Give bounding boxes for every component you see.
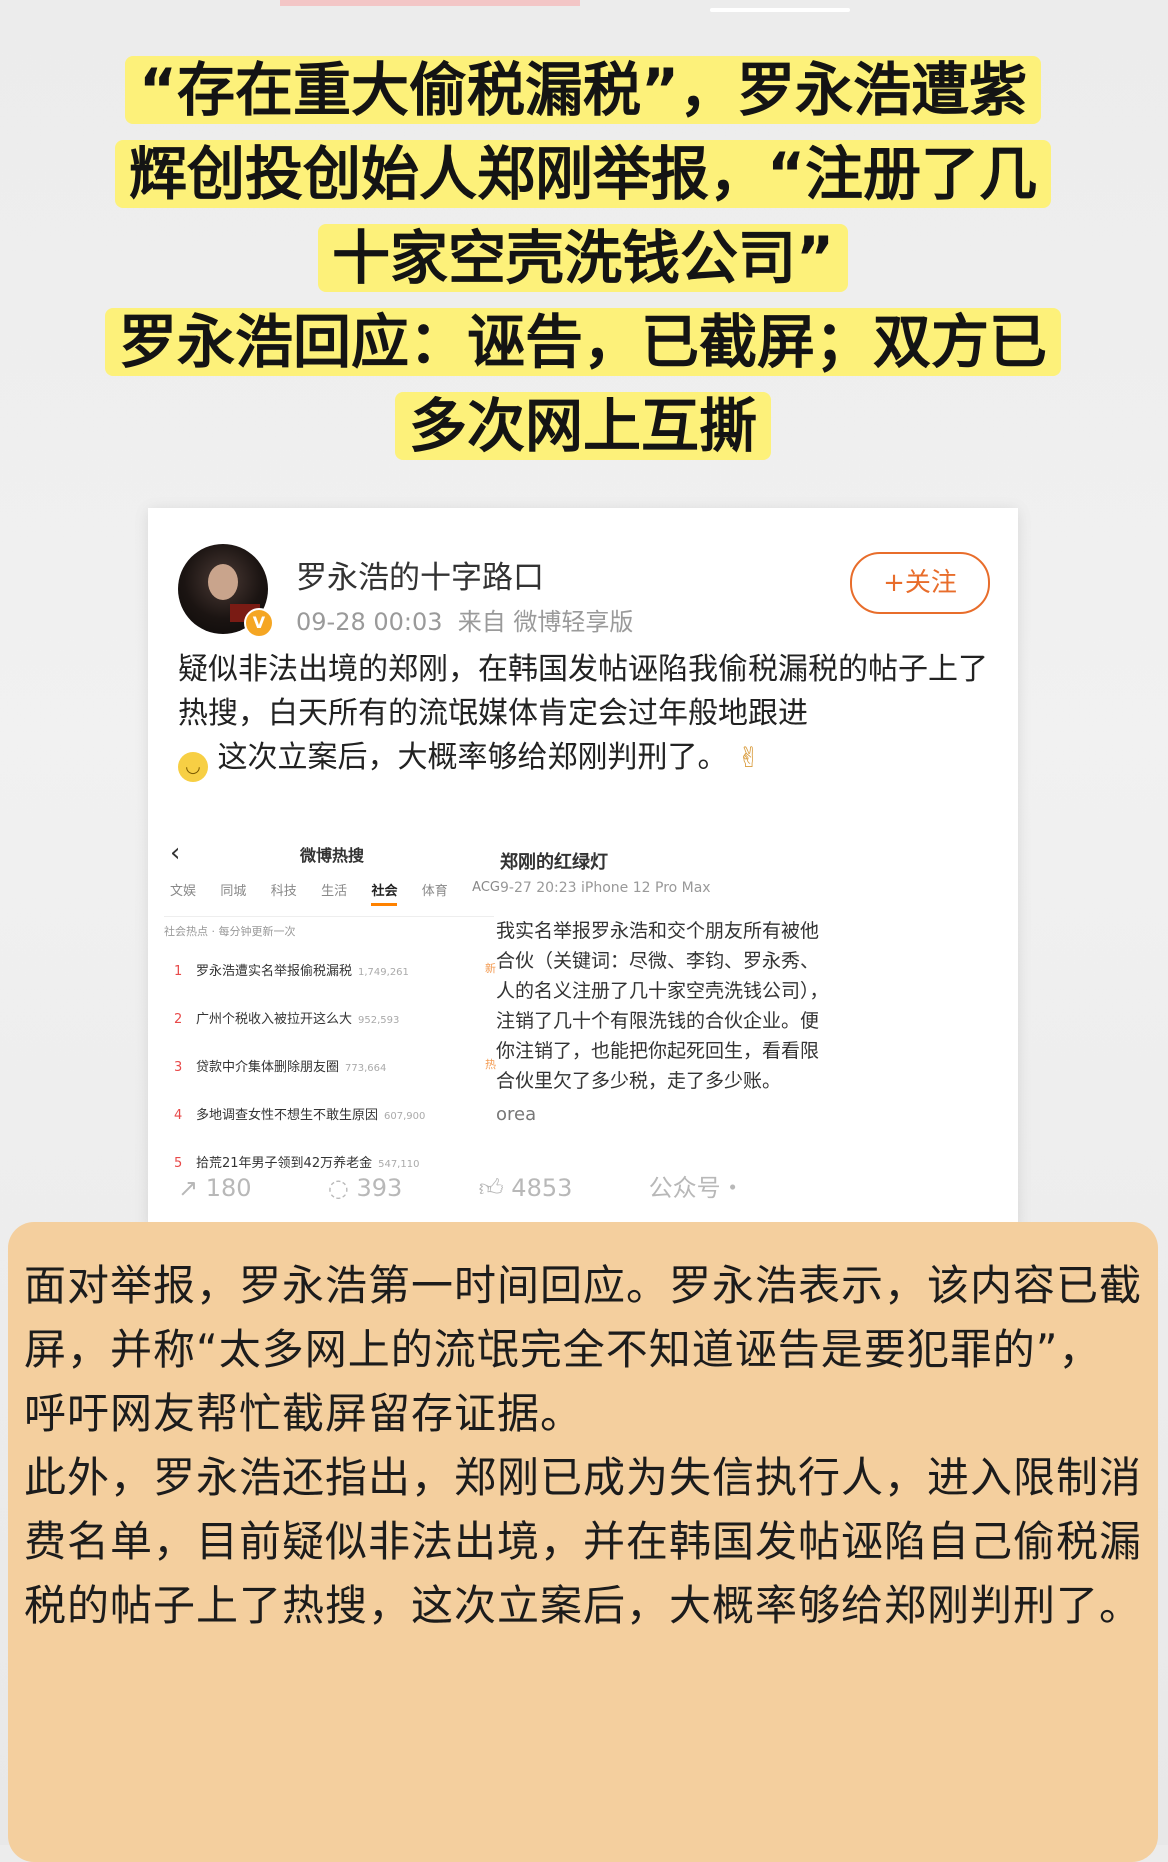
repost-meta: 9-27 20:23 iPhone 12 Pro Max xyxy=(500,880,711,896)
hot-badge: 新 xyxy=(485,962,496,975)
hot-badge: 热 xyxy=(485,1058,496,1071)
tab-keji: 科技 xyxy=(270,884,297,899)
hot-text: 贷款中介集体删除朋友圈 xyxy=(196,1060,340,1075)
hot-text: 广州个税收入被拉开这么大 xyxy=(196,1012,353,1027)
hot-count: 1,749,261 xyxy=(358,967,409,978)
weibo-post-card: V 罗永浩的十字路口 09-28 00:03 来自 微博轻享版 +关注 疑似非法… xyxy=(148,508,1018,1228)
hot-search-title: 微博热搜 xyxy=(300,846,365,865)
hot-text: 罗永浩遭实名举报偷税漏税 xyxy=(196,964,353,979)
headline: “存在重大偷税漏税”，罗永浩遭紫 辉创投创始人郑刚举报，“注册了几 十家空壳洗钱… xyxy=(36,48,1130,468)
hot-rank: 1 xyxy=(174,964,183,979)
watermark: 公众号・ xyxy=(648,1174,745,1202)
hot-count: 773,664 xyxy=(345,1063,387,1074)
tab-shenghuo: 生活 xyxy=(321,884,348,899)
headline-line-3: 十家空壳洗钱公司” xyxy=(317,224,849,292)
tab-tongcheng: 同城 xyxy=(220,884,247,899)
hot-search-subtitle: 社会热点 · 每分钟更新一次 xyxy=(164,916,494,939)
post-actions: ↗ 180 ◌ 393 👍︎ 4853 公众号・ xyxy=(178,1168,878,1203)
repost-author: 郑刚的红绿灯 xyxy=(500,852,608,873)
post-time: 09-28 00:03 xyxy=(296,608,443,636)
repost-text: 我实名举报罗永浩和交个朋友所有被他合伙（关键词：尽微、李钧、罗永秀、人的名义注册… xyxy=(496,920,829,1092)
avatar-face xyxy=(208,564,238,600)
headline-line-2: 辉创投创始人郑刚举报，“注册了几 xyxy=(114,140,1052,208)
hot-search-row: 4 多地调查女性不想生不敢生原因 607,900 xyxy=(174,1104,504,1123)
headline-line-1: “存在重大偷税漏税”，罗永浩遭紫 xyxy=(124,56,1042,124)
victory-hand-icon: ✌ xyxy=(737,741,761,774)
post-meta: 09-28 00:03 来自 微博轻享版 xyxy=(296,602,633,637)
comment-icon[interactable]: ◌ xyxy=(328,1174,349,1202)
hot-search-tabs: 文娱 同城 科技 生活 社会 体育 ACG xyxy=(170,880,500,906)
hot-rank: 2 xyxy=(174,1012,183,1027)
tab-wenyu: 文娱 xyxy=(170,884,197,899)
hot-search-row: 2 广州个税收入被拉开这么大 952,593 xyxy=(174,1008,504,1027)
top-decoration xyxy=(280,0,580,6)
status-bar-indicator xyxy=(710,8,850,12)
hot-search-row: 3 贷款中介集体删除朋友圈 773,664 热 xyxy=(174,1056,504,1075)
slight-smile-icon: ◡ xyxy=(178,752,208,782)
comment-count: 393 xyxy=(356,1174,403,1202)
commentary-paragraph-1: 面对举报，罗永浩第一时间回应。罗永浩表示，该内容已截屏，并称“太多网上的流氓完全… xyxy=(24,1261,1143,1438)
back-icon: ‹ xyxy=(170,838,181,868)
repost-count: 180 xyxy=(205,1174,252,1202)
headline-line-5: 多次网上互撕 xyxy=(394,392,771,460)
like-icon[interactable]: 👍︎ xyxy=(479,1174,504,1202)
headline-line-4: 罗永浩回应：诬告，已截屏；双方已 xyxy=(104,308,1061,376)
tab-acg: ACG xyxy=(472,880,500,895)
post-text-2: 这次立案后，大概率够给郑刚判刑了。 xyxy=(217,740,728,775)
like-count: 4853 xyxy=(511,1174,573,1202)
hot-count: 952,593 xyxy=(358,1015,400,1026)
follow-button[interactable]: +关注 xyxy=(850,552,990,614)
hot-text: 多地调查女性不想生不敢生原因 xyxy=(196,1108,379,1123)
tab-tiyu: 体育 xyxy=(421,884,448,899)
hot-rank: 3 xyxy=(174,1060,183,1075)
commentary-box: 面对举报，罗永浩第一时间回应。罗永浩表示，该内容已截屏，并称“太多网上的流氓完全… xyxy=(8,1222,1158,1862)
hot-count: 607,900 xyxy=(384,1111,426,1122)
tab-shehui: 社会 xyxy=(371,880,398,906)
repost-footer: orea xyxy=(496,1104,537,1125)
verified-icon: V xyxy=(244,608,274,638)
author-name[interactable]: 罗永浩的十字路口 xyxy=(296,552,544,597)
post-text-1: 疑似非法出境的郑刚，在韩国发帖诬陷我偷税漏税的帖子上了热搜，白天所有的流氓媒体肯… xyxy=(178,652,988,731)
post-source: 来自 微博轻享版 xyxy=(457,608,634,636)
hot-rank: 4 xyxy=(174,1108,183,1123)
repost-icon[interactable]: ↗ xyxy=(178,1174,198,1202)
hot-search-row: 1 罗永浩遭实名举报偷税漏税 1,749,261 新 xyxy=(174,960,504,979)
commentary-text: 面对举报，罗永浩第一时间回应。罗永浩表示，该内容已截屏，并称“太多网上的流氓完全… xyxy=(24,1254,1144,1638)
commentary-paragraph-2: 此外，罗永浩还指出，郑刚已成为失信执行人，进入限制消费名单，目前疑似非法出境，并… xyxy=(24,1453,1143,1630)
post-body: 疑似非法出境的郑刚，在韩国发帖诬陷我偷税漏税的帖子上了热搜，白天所有的流氓媒体肯… xyxy=(178,648,998,782)
